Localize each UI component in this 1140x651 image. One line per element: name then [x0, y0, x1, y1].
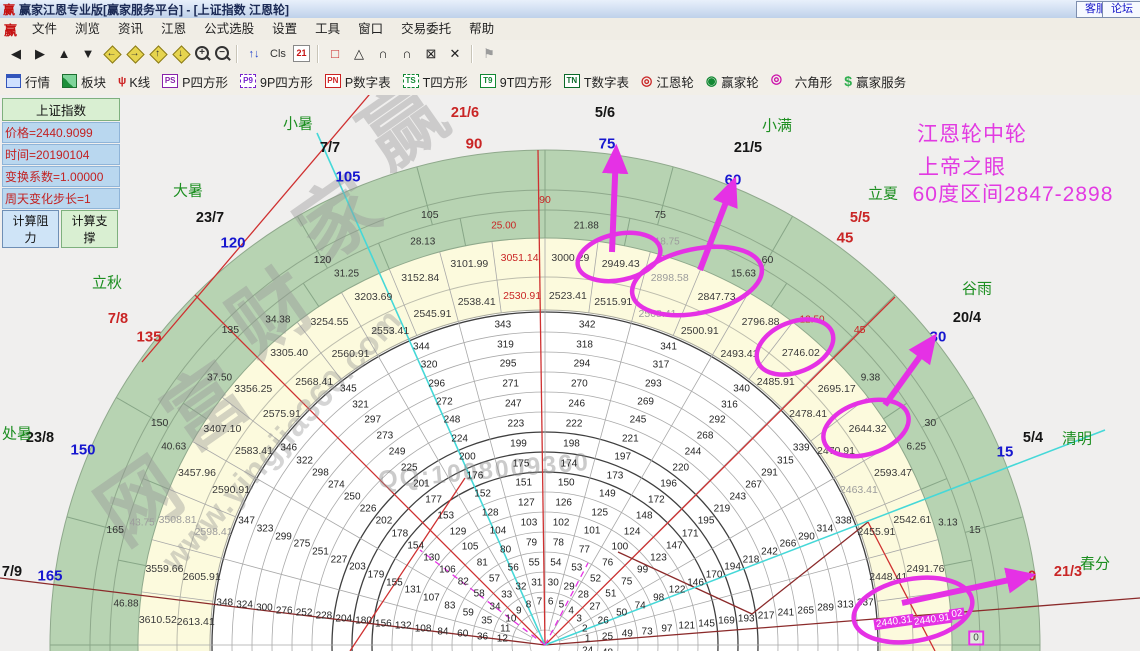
zoom-in-icon[interactable]: +: [192, 44, 212, 64]
tool-label: 赢家服务: [856, 75, 907, 90]
chip-t9-icon: T9: [479, 74, 496, 88]
tool-label: 江恩轮: [656, 75, 694, 90]
down-icon[interactable]: ▼: [77, 44, 99, 64]
chip-ts-icon: TS: [402, 74, 419, 88]
side-panel: 上证指数 价格=2440.9099 时间=20190104 变换系数=1.00000…: [2, 98, 120, 248]
toolbar-main: ◀ ▶ ▲ ▼ ← → ↑ ↓ + − ↑↓ Cls 21 □ △ ∩ ∩ ⊠ ✕ ⚑: [0, 40, 1140, 68]
chip-p9-icon: P9: [240, 74, 257, 88]
dia-left-icon[interactable]: ←: [103, 45, 122, 64]
chip-tn-icon: TN: [563, 74, 580, 88]
next-icon[interactable]: ▶: [29, 44, 51, 64]
wheel-magenta-icon: ◎: [770, 71, 783, 86]
rect-icon[interactable]: □: [324, 44, 346, 64]
tool-9T四方形[interactable]: T9 9T四方形: [474, 69, 558, 93]
button-计算阻力[interactable]: 计算阻力: [2, 210, 59, 248]
wheel-base-svg: [0, 95, 1140, 651]
arrow-glyph: →: [129, 48, 140, 59]
tool-label: 行情: [25, 75, 51, 90]
title-bar: 赢 赢家江恩专业版[赢家服务平台] - [上证指数 江恩轮] 客服 论坛: [0, 0, 1140, 19]
forum-button[interactable]: 论坛: [1102, 1, 1140, 18]
tool-label: 9P四方形: [260, 75, 313, 90]
panel-row-1: 时间=20190104: [2, 144, 120, 165]
tool-江恩轮[interactable]: ◎ 江恩轮: [635, 69, 700, 93]
updown-icon[interactable]: ↑↓: [243, 44, 265, 64]
shrink-icon[interactable]: ✕: [444, 44, 466, 64]
chip-ps-icon: PS: [162, 74, 179, 88]
menu-item-设置[interactable]: 设置: [263, 19, 306, 40]
panel-row-3: 周天变化步长=1: [2, 188, 120, 209]
tool-K线[interactable]: ψ K线: [112, 69, 156, 93]
calendar-icon[interactable]: 21: [293, 45, 310, 62]
tool-赢家轮[interactable]: ◉ 赢家轮: [700, 69, 765, 93]
tool-label: 9T四方形: [499, 75, 552, 90]
dia-right-icon[interactable]: →: [126, 45, 145, 64]
tool-T四方形[interactable]: TS T四方形: [397, 69, 474, 93]
menu-item-工具[interactable]: 工具: [306, 19, 349, 40]
panel-row-0: 价格=2440.9099: [2, 122, 120, 143]
arrow-glyph: ↑: [155, 48, 160, 59]
tool-label: 板块: [81, 75, 107, 90]
dia-up-icon[interactable]: ↑: [149, 45, 168, 64]
arrow-glyph: ←: [106, 48, 117, 59]
toolbar-tools: 行情 板块 ψ K线 PS P四方形 P9 9P四方形 PN P数字表 TS T四方形 T9 9T四方形 T…: [0, 67, 1140, 96]
grid-icon: [6, 74, 21, 88]
tool-行情[interactable]: 行情: [0, 69, 56, 93]
tool-label: P四方形: [182, 75, 229, 90]
flag-icon[interactable]: ⚑: [478, 44, 500, 64]
menu-item-公式选股[interactable]: 公式选股: [195, 19, 263, 40]
panel-row-2: 变换系数=1.00000: [2, 166, 120, 187]
dollar-icon: $: [844, 73, 853, 89]
menu-item-浏览[interactable]: 浏览: [66, 19, 109, 40]
tool-label: 六角形: [794, 75, 833, 90]
button-计算支撑[interactable]: 计算支撑: [61, 210, 118, 248]
tool-T数字表[interactable]: TN T数字表: [558, 69, 635, 93]
toolbar-separator: [471, 44, 473, 63]
symbol-name: 上证指数: [2, 98, 120, 121]
menu-item-资讯[interactable]: 资讯: [109, 19, 152, 40]
menu-item-江恩[interactable]: 江恩: [152, 19, 195, 40]
chip-pn-icon: PN: [324, 74, 341, 88]
arrow-glyph: ↓: [178, 48, 183, 59]
tool-label: K线: [129, 75, 151, 90]
tool-label: T数字表: [583, 75, 630, 90]
blocks-icon: [62, 74, 78, 88]
menu-item-帮助[interactable]: 帮助: [460, 19, 503, 40]
tool-P数字表[interactable]: PN P数字表: [319, 69, 397, 93]
cls-icon[interactable]: Cls: [267, 44, 289, 64]
tool-板块[interactable]: 板块: [56, 69, 112, 93]
gann-wheel-chart: 赢家财富网 www.yingjia360.com QQ:1008009360 1…: [0, 95, 1140, 651]
app-window: 赢 赢家江恩专业版[赢家服务平台] - [上证指数 江恩轮] 客服 论坛 赢 文…: [0, 0, 1140, 651]
menu-item-交易委托[interactable]: 交易委托: [392, 19, 460, 40]
menu-item-文件[interactable]: 文件: [23, 19, 66, 40]
wheel-red-icon: ◎: [641, 73, 653, 88]
arc-ccw-icon[interactable]: ∩: [396, 44, 418, 64]
up-icon[interactable]: ▲: [53, 44, 75, 64]
wheel-green-icon: ◉: [705, 73, 718, 88]
xbox-icon[interactable]: ⊠: [420, 44, 442, 64]
menu-bar: 赢 文件 浏览 资讯 江恩 公式选股 设置 工具 窗口 交易委托 帮助: [0, 18, 1140, 41]
arc-cw-icon[interactable]: ∩: [372, 44, 394, 64]
dia-down-icon[interactable]: ↓: [172, 45, 191, 64]
tool-赢家服务[interactable]: $ 赢家服务: [838, 69, 912, 93]
tool-label: 赢家轮: [721, 75, 759, 90]
kline-icon: ψ: [118, 75, 126, 87]
zoom-out-icon[interactable]: −: [212, 44, 232, 64]
app-logo-icon: 赢: [3, 2, 16, 17]
tool-P四方形[interactable]: PS P四方形: [156, 69, 234, 93]
prev-icon[interactable]: ◀: [5, 44, 27, 64]
tool-9P四方形[interactable]: P9 9P四方形: [234, 69, 319, 93]
tool-label: T四方形: [422, 75, 468, 90]
window-title: 赢家江恩专业版[赢家服务平台] - [上证指数 江恩轮]: [19, 2, 289, 17]
triangle-icon[interactable]: △: [348, 44, 370, 64]
tool-六角形[interactable]: ◎ 六角形: [765, 69, 839, 93]
menu-item-窗口[interactable]: 窗口: [349, 19, 392, 40]
menu-logo-icon: 赢: [4, 22, 18, 38]
toolbar-separator: [236, 44, 238, 63]
toolbar-separator: [317, 44, 319, 63]
tool-label: P数字表: [344, 75, 391, 90]
